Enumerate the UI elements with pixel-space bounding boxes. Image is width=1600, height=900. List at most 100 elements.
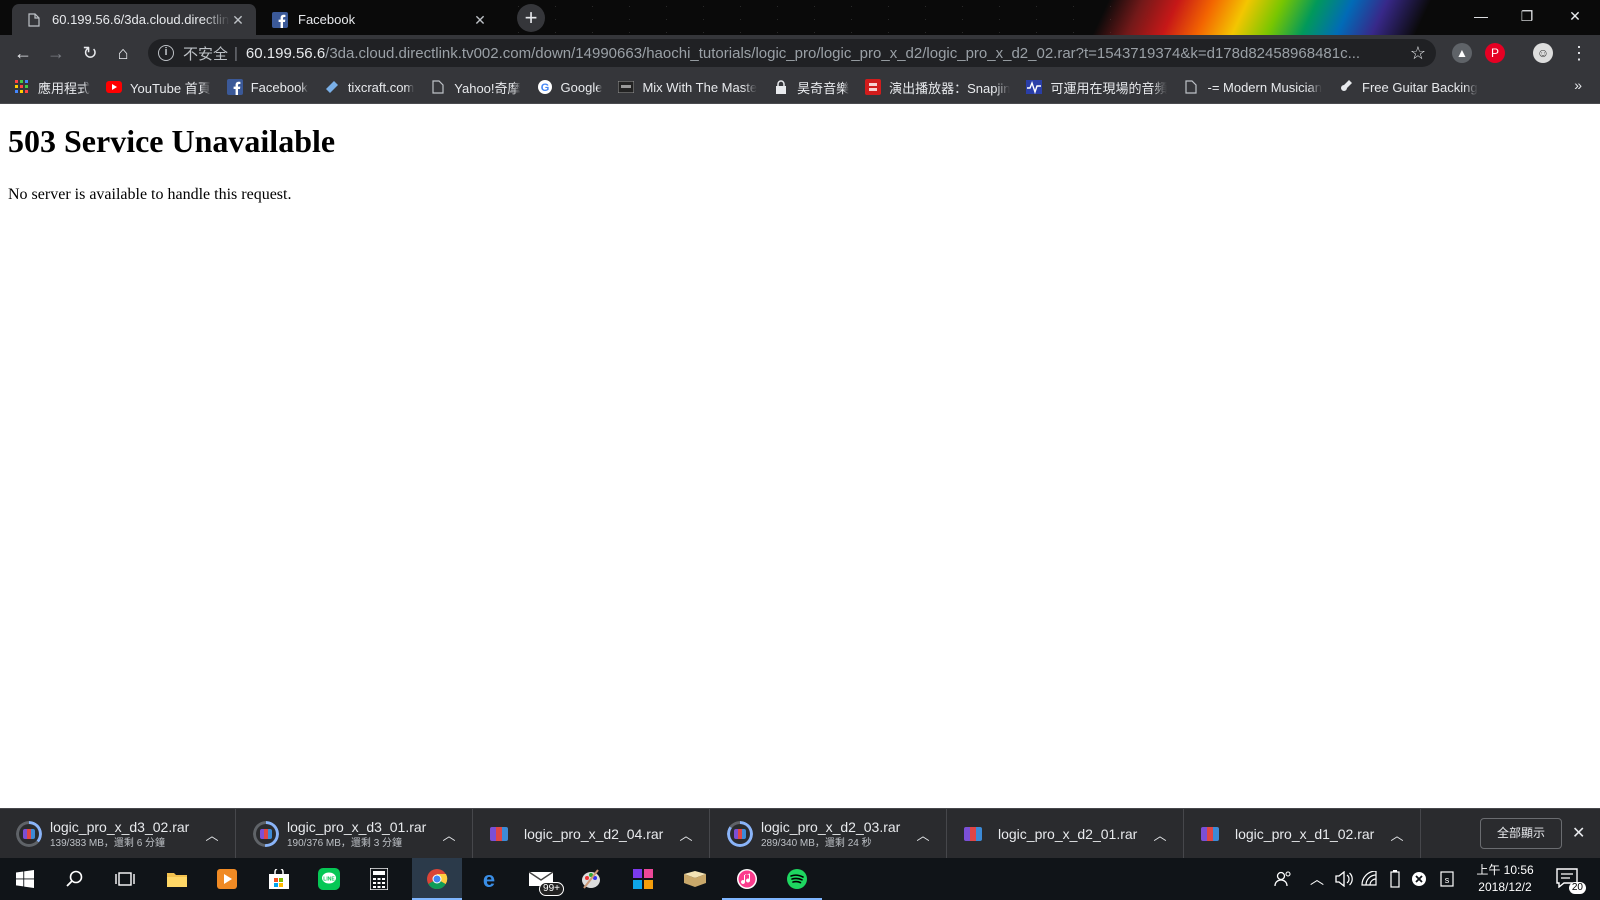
battery-icon[interactable] bbox=[1384, 858, 1406, 900]
people-icon[interactable] bbox=[1270, 858, 1296, 900]
clock-date: 2018/12/2 bbox=[1478, 880, 1532, 894]
chrome-icon[interactable] bbox=[412, 858, 462, 900]
chevron-up-icon[interactable]: ︿ bbox=[1382, 825, 1412, 844]
bookmark-label: 演出播放器：Snapjin bbox=[889, 80, 1011, 96]
bookmark-snapjin[interactable]: 演出播放器：Snapjin bbox=[865, 78, 1010, 97]
close-window-icon[interactable]: ✕ bbox=[1552, 0, 1598, 32]
bookmark-haochi[interactable]: 昊奇音樂 bbox=[773, 78, 849, 97]
chevron-up-icon[interactable]: ︿ bbox=[197, 825, 227, 844]
tab-active[interactable]: 60.199.56.6/3da.cloud.directlin ✕ bbox=[12, 4, 256, 35]
bookmark-star-icon[interactable]: ☆ bbox=[1410, 43, 1426, 64]
show-all-downloads-button[interactable]: 全部顯示 bbox=[1480, 818, 1562, 849]
facebook-icon bbox=[226, 79, 243, 95]
windows-start-icon[interactable] bbox=[0, 858, 50, 900]
edge-icon[interactable]: e bbox=[464, 858, 514, 900]
new-tab-button[interactable]: + bbox=[517, 4, 545, 32]
profile-avatar[interactable]: ☺ bbox=[1533, 43, 1553, 63]
restore-icon[interactable]: ❐ bbox=[1504, 0, 1550, 32]
chevron-up-icon[interactable]: ︿ bbox=[434, 825, 464, 844]
apps-grid-icon bbox=[14, 79, 30, 95]
bookmark-apps[interactable]: 應用程式 bbox=[14, 78, 90, 97]
bookmark-label: 可運用在現場的音頻 bbox=[1050, 80, 1168, 96]
close-tab-icon[interactable]: ✕ bbox=[230, 12, 246, 28]
speaker-icon[interactable] bbox=[1332, 858, 1356, 900]
bookmarks-overflow-icon[interactable]: » bbox=[1574, 77, 1582, 93]
bookmark-guitar-backing[interactable]: Free Guitar Backing bbox=[1338, 79, 1478, 95]
line-app-icon[interactable]: LINE bbox=[304, 858, 354, 900]
download-item[interactable]: logic_pro_x_d3_02.rar 139/383 MB，還剩 6 分鐘… bbox=[0, 809, 236, 859]
security-label[interactable]: 不安全 bbox=[183, 43, 228, 64]
tixcraft-icon bbox=[324, 79, 340, 95]
paint-icon[interactable] bbox=[566, 858, 616, 900]
tab-facebook[interactable]: Facebook ✕ bbox=[258, 4, 498, 35]
info-icon[interactable]: i bbox=[158, 45, 174, 61]
bookmark-mwtm[interactable]: Mix With The Maste bbox=[618, 79, 757, 95]
close-shelf-icon[interactable]: ✕ bbox=[1572, 823, 1585, 843]
download-item[interactable]: logic_pro_x_d2_04.rar ︿ bbox=[474, 809, 710, 859]
multicolor-app-icon[interactable] bbox=[618, 858, 668, 900]
chevron-up-icon[interactable]: ︿ bbox=[1145, 825, 1175, 844]
download-filename: logic_pro_x_d3_01.rar bbox=[287, 819, 427, 835]
snapjin-icon bbox=[865, 79, 882, 95]
download-item[interactable]: logic_pro_x_d2_01.rar ︿ bbox=[948, 809, 1184, 859]
bookmark-waveform[interactable]: 可運用在現場的音頻 bbox=[1026, 78, 1167, 97]
bookmark-tixcraft[interactable]: tixcraft.com bbox=[324, 79, 414, 95]
mail-icon[interactable]: 99+ bbox=[516, 858, 566, 900]
spotify-icon[interactable] bbox=[772, 858, 822, 900]
bookmark-label: YouTube 首頁 bbox=[130, 80, 211, 96]
itunes-icon[interactable] bbox=[722, 858, 772, 900]
svg-text:LINE: LINE bbox=[323, 877, 335, 883]
task-view-icon[interactable] bbox=[100, 858, 150, 900]
url-path[interactable]: /3da.cloud.directlink.tv002.com/down/149… bbox=[325, 45, 1402, 62]
notification-center-icon[interactable]: 20 bbox=[1556, 868, 1586, 894]
lock-icon bbox=[773, 79, 789, 95]
download-item[interactable]: logic_pro_x_d3_01.rar 190/376 MB，還剩 3 分鐘… bbox=[237, 809, 473, 859]
download-item[interactable]: logic_pro_x_d1_02.rar ︿ bbox=[1185, 809, 1421, 859]
page-icon bbox=[430, 79, 446, 95]
download-progress-ring bbox=[16, 821, 42, 847]
home-icon[interactable]: ⌂ bbox=[110, 40, 136, 66]
download-filename: logic_pro_x_d2_03.rar bbox=[761, 819, 901, 835]
taskbar-clock[interactable]: 上午 10:56 2018/12/2 bbox=[1462, 862, 1548, 896]
bookmark-google[interactable]: G Google bbox=[537, 79, 602, 95]
download-item[interactable]: logic_pro_x_d2_03.rar 289/340 MB，還剩 24 秒… bbox=[711, 809, 947, 859]
url-host[interactable]: 60.199.56.6 bbox=[246, 45, 325, 62]
browser-toolbar: ← → ↻ ⌂ i 不安全 | 60.199.56.6 /3da.cloud.d… bbox=[0, 35, 1600, 71]
download-progress-ring bbox=[727, 821, 753, 847]
bookmark-modern-musician[interactable]: -= Modern Musician bbox=[1183, 79, 1322, 95]
file-explorer-icon[interactable] bbox=[152, 858, 202, 900]
back-icon[interactable]: ← bbox=[10, 40, 36, 66]
chevron-up-icon[interactable]: ︿ bbox=[908, 825, 938, 844]
svg-text:e: e bbox=[483, 868, 495, 890]
bookmark-youtube[interactable]: YouTube 首頁 bbox=[106, 78, 211, 97]
drive-extension-icon[interactable]: ▲ bbox=[1452, 43, 1472, 63]
reload-icon[interactable]: ↻ bbox=[77, 40, 103, 66]
wifi-icon[interactable] bbox=[1358, 858, 1382, 900]
media-player-icon[interactable] bbox=[202, 858, 252, 900]
address-bar[interactable]: i 不安全 | 60.199.56.6 /3da.cloud.directlin… bbox=[148, 39, 1436, 67]
book-app-icon[interactable] bbox=[670, 858, 720, 900]
download-filename: logic_pro_x_d1_02.rar bbox=[1235, 826, 1375, 842]
chevron-up-icon[interactable]: ︿ bbox=[671, 825, 701, 844]
bookmark-yahoo[interactable]: Yahoo!奇摩 bbox=[430, 78, 521, 97]
bookmark-facebook[interactable]: Facebook bbox=[226, 79, 308, 95]
minimize-icon[interactable]: — bbox=[1458, 0, 1504, 32]
ime-icon[interactable]: s bbox=[1436, 858, 1458, 900]
blocked-icon[interactable] bbox=[1408, 858, 1430, 900]
pinterest-icon[interactable]: P bbox=[1485, 43, 1505, 63]
theme-rainbow-graphic bbox=[1030, 0, 1450, 35]
search-icon[interactable] bbox=[50, 858, 100, 900]
mail-badge: 99+ bbox=[539, 882, 564, 896]
windows-taskbar: LINE e 99+ ︿ s 上午 10:56 2018/12/2 20 bbox=[0, 858, 1600, 900]
bookmark-label: Free Guitar Backing bbox=[1362, 79, 1478, 95]
page-icon bbox=[26, 12, 42, 28]
chevron-up-icon[interactable]: ︿ bbox=[1306, 858, 1328, 900]
forward-icon[interactable]: → bbox=[43, 40, 69, 66]
menu-kebab-icon[interactable]: ⋮ bbox=[1566, 40, 1592, 66]
svg-text:s: s bbox=[1445, 875, 1450, 885]
calculator-icon[interactable] bbox=[354, 858, 404, 900]
mwtm-icon bbox=[618, 79, 635, 95]
bookmark-label: tixcraft.com bbox=[347, 79, 415, 95]
close-tab-icon[interactable]: ✕ bbox=[472, 12, 488, 28]
store-icon[interactable] bbox=[254, 858, 304, 900]
